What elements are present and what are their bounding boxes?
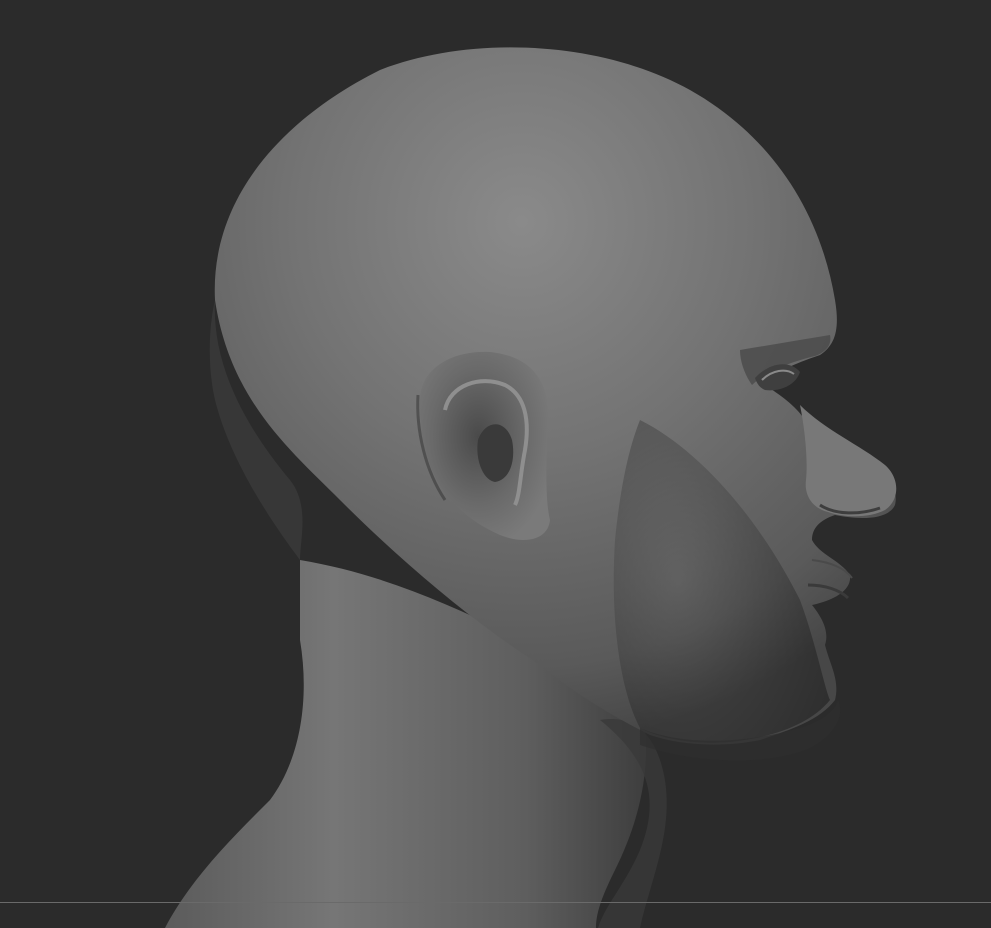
viewport-divider [0,902,991,903]
head-sculpt [165,47,897,928]
sculpt-viewport[interactable] [0,0,991,928]
nose [800,405,897,517]
